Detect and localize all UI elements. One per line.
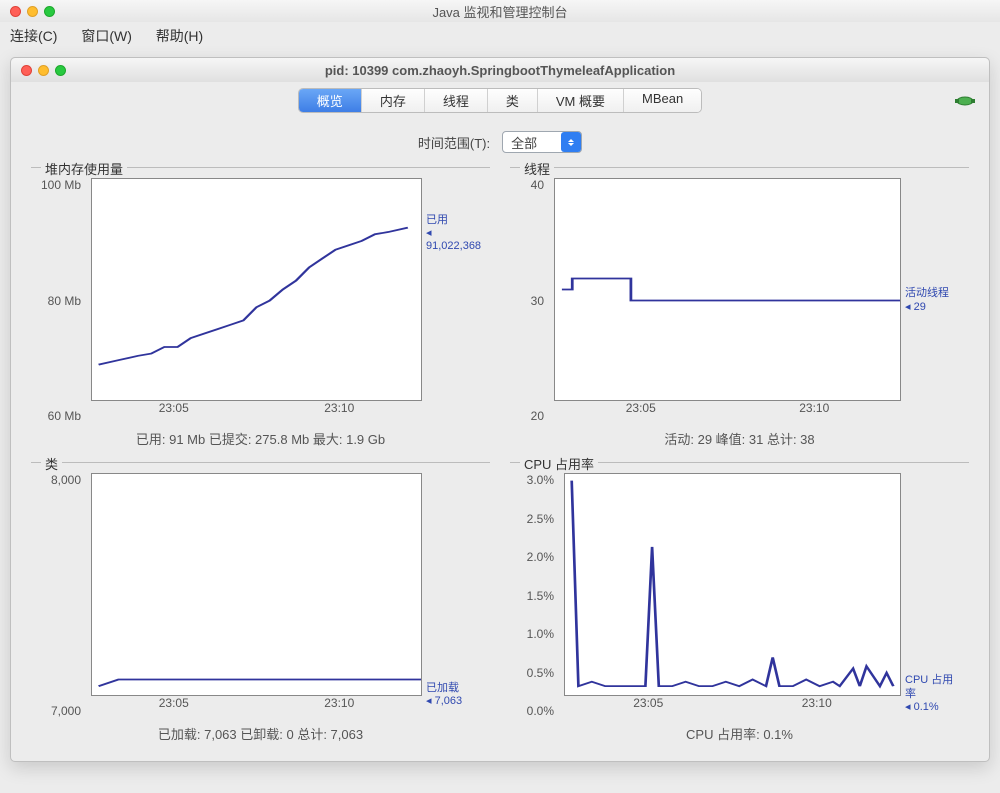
panel-classes: 类 8,000 7,000: [31, 462, 490, 747]
panel-threads: 线程 40 30 20: [510, 167, 969, 452]
panel-cpu-title: CPU 占用率: [520, 454, 598, 473]
tab-vm[interactable]: VM 概要: [538, 89, 624, 112]
inner-window-title: pid: 10399 com.zhaoyh.SpringbootThymelea…: [11, 63, 989, 78]
threads-chart[interactable]: [554, 178, 901, 401]
cpu-status: CPU 占用率: 0.1%: [518, 718, 961, 747]
toolbar: 概览 内存 线程 类 VM 概要 MBean: [11, 82, 989, 117]
chevron-updown-icon: [561, 132, 581, 152]
classes-series-label: 已加载 ◂ 7,063: [422, 473, 482, 718]
heap-series-label: 已用 ◂ 91,022,368: [422, 178, 482, 423]
panel-heap: 堆内存使用量 100 Mb 80 Mb 60 Mb: [31, 167, 490, 452]
outer-title-bar: Java 监视和管理控制台: [0, 0, 1000, 22]
threads-y-axis: 40 30 20: [518, 178, 548, 423]
threads-x-axis: 23:05 23:10: [548, 401, 901, 423]
tab-mbean[interactable]: MBean: [624, 89, 701, 112]
body: pid: 10399 com.zhaoyh.SpringbootThymelea…: [0, 47, 1000, 782]
time-range-select[interactable]: 全部: [502, 131, 582, 153]
threads-series-label: 活动线程 ◂ 29: [901, 178, 961, 423]
time-range-row: 时间范围(T): 全部: [11, 117, 989, 161]
cpu-x-axis: 23:05 23:10: [558, 696, 901, 718]
classes-y-axis: 8,000 7,000: [39, 473, 85, 718]
menubar: 连接(C) 窗口(W) 帮助(H): [0, 22, 1000, 47]
tab-classes[interactable]: 类: [488, 89, 538, 112]
outer-window-title: Java 监视和管理控制台: [0, 2, 1000, 21]
inner-title-bar: pid: 10399 com.zhaoyh.SpringbootThymelea…: [11, 58, 989, 82]
classes-status: 已加载: 7,063 已卸载: 0 总计: 7,063: [39, 718, 482, 747]
inner-window: pid: 10399 com.zhaoyh.SpringbootThymelea…: [10, 57, 990, 762]
cpu-chart[interactable]: [564, 473, 901, 696]
tab-overview[interactable]: 概览: [299, 89, 362, 112]
heap-x-axis: 23:05 23:10: [85, 401, 422, 423]
chart-grid: 堆内存使用量 100 Mb 80 Mb 60 Mb: [11, 161, 989, 761]
classes-x-axis: 23:05 23:10: [85, 696, 422, 718]
connection-status-icon: [955, 94, 975, 108]
tab-threads[interactable]: 线程: [425, 89, 488, 112]
outer-window: Java 监视和管理控制台 连接(C) 窗口(W) 帮助(H) pid: 103…: [0, 0, 1000, 793]
menu-help[interactable]: 帮助(H): [156, 28, 203, 44]
panel-cpu: CPU 占用率 3.0% 2.5% 2.0% 1.5% 1.0% 0.5% 0.…: [510, 462, 969, 747]
menu-window[interactable]: 窗口(W): [81, 28, 132, 44]
cpu-y-axis: 3.0% 2.5% 2.0% 1.5% 1.0% 0.5% 0.0%: [518, 473, 558, 718]
panel-threads-title: 线程: [520, 159, 554, 178]
heap-chart[interactable]: [91, 178, 422, 401]
menu-connect[interactable]: 连接(C): [10, 28, 57, 44]
time-range-label: 时间范围(T):: [418, 133, 490, 152]
threads-status: 活动: 29 峰值: 31 总计: 38: [518, 423, 961, 452]
cpu-series-label: CPU 占用率 ◂ 0.1%: [901, 473, 961, 718]
heap-y-axis: 100 Mb 80 Mb 60 Mb: [39, 178, 85, 423]
tab-bar: 概览 内存 线程 类 VM 概要 MBean: [298, 88, 702, 113]
time-range-value: 全部: [511, 133, 537, 152]
panel-classes-title: 类: [41, 454, 62, 473]
classes-chart[interactable]: [91, 473, 422, 696]
tab-memory[interactable]: 内存: [362, 89, 425, 112]
panel-heap-title: 堆内存使用量: [41, 159, 127, 178]
heap-status: 已用: 91 Mb 已提交: 275.8 Mb 最大: 1.9 Gb: [39, 423, 482, 452]
